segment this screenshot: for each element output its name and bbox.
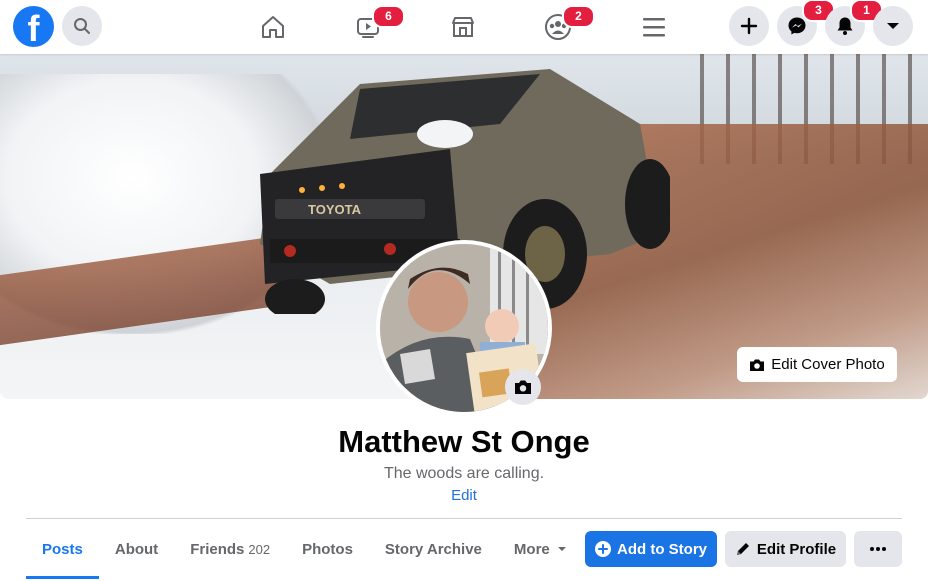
profile-tabs: Posts About Friends 202 Photos Story Arch… (26, 526, 583, 580)
camera-icon (750, 359, 765, 371)
edit-bio-link[interactable]: Edit (0, 487, 928, 504)
hamburger-menu-icon (643, 18, 665, 37)
tab-friends-label: Friends (190, 540, 245, 558)
tab-friends[interactable]: Friends 202 (174, 526, 286, 572)
tab-more[interactable]: More (498, 526, 583, 572)
tab-about-label: About (114, 540, 159, 558)
home-icon (262, 16, 284, 38)
nav-menu[interactable] (624, 0, 684, 54)
pencil-icon (736, 543, 749, 555)
update-profile-picture-button[interactable] (505, 369, 541, 405)
marketplace-icon (452, 17, 474, 37)
search-icon (74, 18, 90, 34)
notifications-button[interactable]: 1 (825, 0, 883, 46)
profile-bio: The woods are calling. (383, 465, 545, 482)
tab-about[interactable]: About (99, 526, 174, 572)
edit-cover-photo-button[interactable]: Edit Cover Photo (737, 347, 897, 382)
nav-home[interactable] (243, 0, 303, 54)
account-menu-button[interactable] (873, 6, 913, 46)
create-button[interactable] (729, 6, 769, 46)
add-to-story-button[interactable]: Add to Story (585, 531, 717, 567)
caret-down-icon (557, 547, 566, 551)
caret-down-icon (887, 23, 899, 29)
facebook-logo[interactable]: f (13, 6, 54, 47)
edit-profile-button[interactable]: Edit Profile (725, 531, 846, 567)
truck-grille-label: TOYOTA (308, 202, 362, 217)
edit-profile-label: Edit Profile (756, 540, 837, 558)
top-navigation-bar: f 6 2 3 1 (0, 0, 928, 54)
messenger-button[interactable]: 3 (777, 0, 835, 46)
edit-cover-photo-label: Edit Cover Photo (771, 356, 885, 373)
more-options-button[interactable] (854, 531, 902, 567)
add-to-story-label: Add to Story (617, 540, 707, 558)
tab-posts[interactable]: Posts (26, 526, 99, 579)
tab-photos-label: Photos (302, 540, 353, 558)
plus-icon (740, 17, 758, 35)
nav-groups[interactable]: 2 (528, 0, 595, 54)
profile-name: Matthew St Onge (338, 424, 590, 459)
tab-photos[interactable]: Photos (286, 526, 369, 572)
tab-story-archive[interactable]: Story Archive (369, 526, 498, 572)
groups-badge: 2 (562, 5, 595, 28)
tab-more-label: More (513, 540, 550, 558)
nav-marketplace[interactable] (433, 0, 493, 54)
profile-header: TOYOTA Edit Cover Photo Matthew St Onge … (0, 54, 928, 581)
camera-icon (515, 380, 531, 394)
plus-circle-icon (595, 541, 611, 557)
tab-posts-label: Posts (42, 540, 83, 558)
bell-icon (837, 17, 853, 35)
nav-watch[interactable]: 6 (338, 0, 405, 54)
search-button[interactable] (62, 6, 102, 46)
friends-count: 202 (248, 541, 271, 557)
watch-badge: 6 (372, 5, 405, 28)
tab-story-archive-label: Story Archive (384, 540, 482, 558)
ellipsis-icon (870, 547, 886, 551)
divider (26, 518, 902, 519)
